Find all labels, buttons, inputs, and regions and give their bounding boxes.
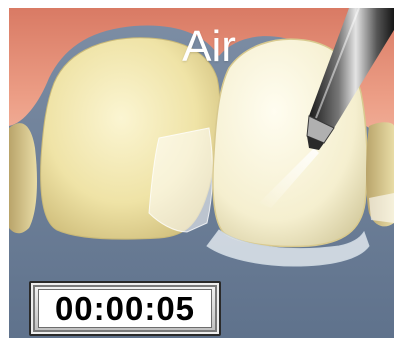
- left-tooth: [9, 123, 37, 234]
- timer-screen: 00:00:05: [38, 289, 212, 328]
- timer-display: 00:00:05: [29, 281, 221, 336]
- step-label: Air: [182, 22, 236, 71]
- timer-value: 00:00:05: [54, 290, 196, 327]
- right-strip: [369, 193, 394, 223]
- matrix-strip: [148, 127, 213, 233]
- illustration-frame: Air 00:00:05: [9, 8, 394, 338]
